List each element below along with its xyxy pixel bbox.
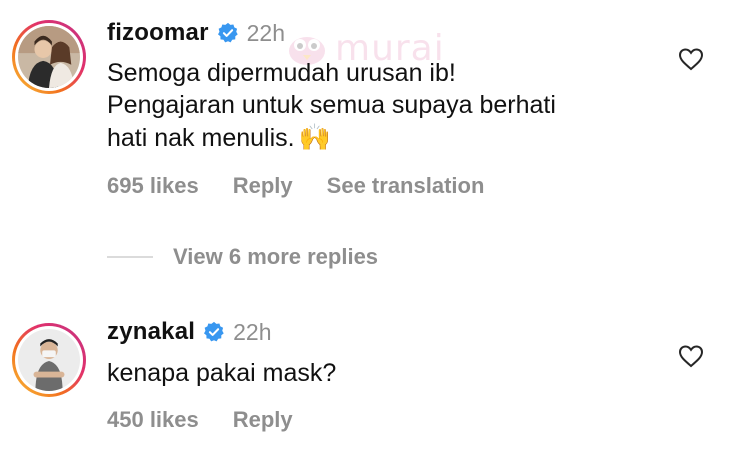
likes-count[interactable]: 695 likes	[107, 173, 199, 199]
comment-header: zynakal 22h	[107, 317, 272, 347]
comment-text: Semoga dipermudah urusan ib! Pengajaran …	[107, 57, 667, 154]
comment-text-line: Semoga dipermudah urusan ib!	[107, 59, 456, 87]
comments-thread: murai fizoomar 22h Semoga dipermudah uru…	[0, 0, 750, 462]
likes-count[interactable]: 450 likes	[107, 407, 199, 433]
story-ring[interactable]	[12, 323, 86, 397]
see-translation-button[interactable]: See translation	[327, 173, 485, 199]
comment-text-line: Pengajaran untuk semua supaya berhati	[107, 91, 556, 119]
heart-icon	[678, 345, 704, 368]
comment-fizoomar: fizoomar 22h Semoga dipermudah urusan ib…	[0, 0, 750, 269]
comment-zynakal: zynakal 22h kenapa pakai mask? 450 likes…	[0, 303, 750, 462]
story-ring[interactable]	[12, 20, 86, 94]
avatar[interactable]	[18, 329, 80, 391]
replies-divider	[107, 256, 153, 258]
timestamp: 22h	[233, 318, 272, 345]
username[interactable]: zynakal	[107, 318, 195, 346]
comment-text-line-last: hati nak menulis. 🙌	[107, 121, 667, 154]
heart-icon	[678, 48, 704, 71]
timestamp: 22h	[246, 19, 285, 46]
comment-header: fizoomar 22h	[107, 18, 285, 48]
view-replies-button[interactable]: View 6 more replies	[107, 244, 378, 270]
like-button[interactable]	[678, 344, 704, 368]
avatar-photo-icon	[18, 329, 80, 391]
comment-actions: 450 likes Reply	[107, 407, 293, 433]
reply-button[interactable]: Reply	[233, 173, 293, 199]
like-button[interactable]	[678, 47, 704, 71]
comment-actions: 695 likes Reply See translation	[107, 173, 484, 199]
view-replies-label: View 6 more replies	[173, 244, 379, 269]
comment-text-line: hati nak menulis.	[107, 124, 295, 152]
comment-text: kenapa pakai mask?	[107, 357, 667, 389]
verified-badge-icon	[203, 321, 225, 343]
avatar-photo-icon	[18, 26, 80, 88]
comment-text-line: kenapa pakai mask?	[107, 359, 337, 387]
reply-button[interactable]: Reply	[233, 407, 293, 433]
verified-badge-icon	[217, 22, 239, 44]
avatar[interactable]	[18, 26, 80, 88]
username[interactable]: fizoomar	[107, 19, 209, 47]
raising-hands-emoji: 🙌	[298, 122, 331, 152]
